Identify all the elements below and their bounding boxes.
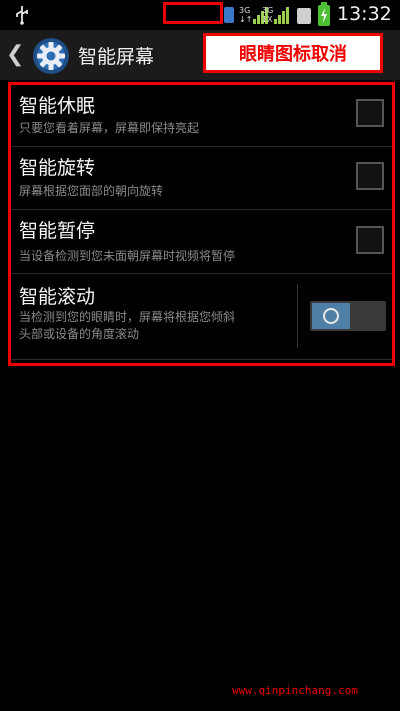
smart-pause-checkbox[interactable] (356, 226, 384, 254)
setting-description: 只要您看着屏幕，屏幕即保持亮起 (19, 121, 200, 135)
signal-bars-icon (274, 6, 290, 24)
setting-title: 智能滚动 (19, 286, 96, 308)
setting-smart-scroll[interactable]: 智能滚动 当检测到您的眼睛时，屏幕将根据您倾斜 头部或设备的角度滚动 (11, 274, 392, 360)
usb-icon (16, 6, 28, 25)
settings-list: 智能休眠 只要您看着屏幕，屏幕即保持亮起 智能旋转 屏幕根据您面部的朝向旋转 智… (11, 85, 392, 360)
toggle-knob (312, 303, 350, 329)
setting-smart-stay[interactable]: 智能休眠 只要您看着屏幕，屏幕即保持亮起 (11, 85, 392, 147)
network-label: 3G ↓↑ (239, 6, 253, 24)
setting-description: 屏幕根据您面部的朝向旋转 (19, 184, 164, 198)
watermark: www.qinpinchang.com (232, 684, 358, 697)
smart-stay-checkbox[interactable] (356, 99, 384, 127)
divider (297, 284, 298, 348)
setting-smart-rotation[interactable]: 智能旋转 屏幕根据您面部的朝向旋转 (11, 147, 392, 210)
battery-charging-icon (318, 2, 330, 26)
notification-icon (224, 7, 234, 23)
setting-title: 智能暂停 (19, 220, 96, 242)
setting-description-line-1: 当检测到您的眼睛时，屏幕将根据您倾斜 (19, 310, 236, 324)
signal-indicator-2: 3G 1X (262, 4, 290, 26)
status-bar: 3G ↓↑ 3G 1X 13:32 (0, 0, 400, 30)
annotation-highlight-box (163, 2, 223, 24)
setting-description: 当设备检测到您未面朝屏幕时视频将暂停 (19, 249, 236, 263)
setting-description-line-2: 头部或设备的角度滚动 (19, 327, 140, 341)
gear-icon[interactable] (32, 37, 70, 75)
smart-rotation-checkbox[interactable] (356, 162, 384, 190)
toggle-off-icon (323, 308, 339, 324)
page-title: 智能屏幕 (78, 46, 155, 68)
smart-scroll-toggle[interactable] (310, 301, 386, 331)
clock: 13:32 (337, 3, 392, 25)
setting-smart-pause[interactable]: 智能暂停 当设备检测到您未面朝屏幕时视频将暂停 (11, 210, 392, 274)
setting-title: 智能休眠 (19, 95, 96, 117)
annotation-label: 眼睛图标取消 (203, 33, 383, 73)
chevron-left-icon[interactable]: ❮ (6, 44, 24, 66)
sim-icon (297, 8, 311, 24)
setting-title: 智能旋转 (19, 157, 96, 179)
network-label: 3G 1X (262, 6, 274, 24)
